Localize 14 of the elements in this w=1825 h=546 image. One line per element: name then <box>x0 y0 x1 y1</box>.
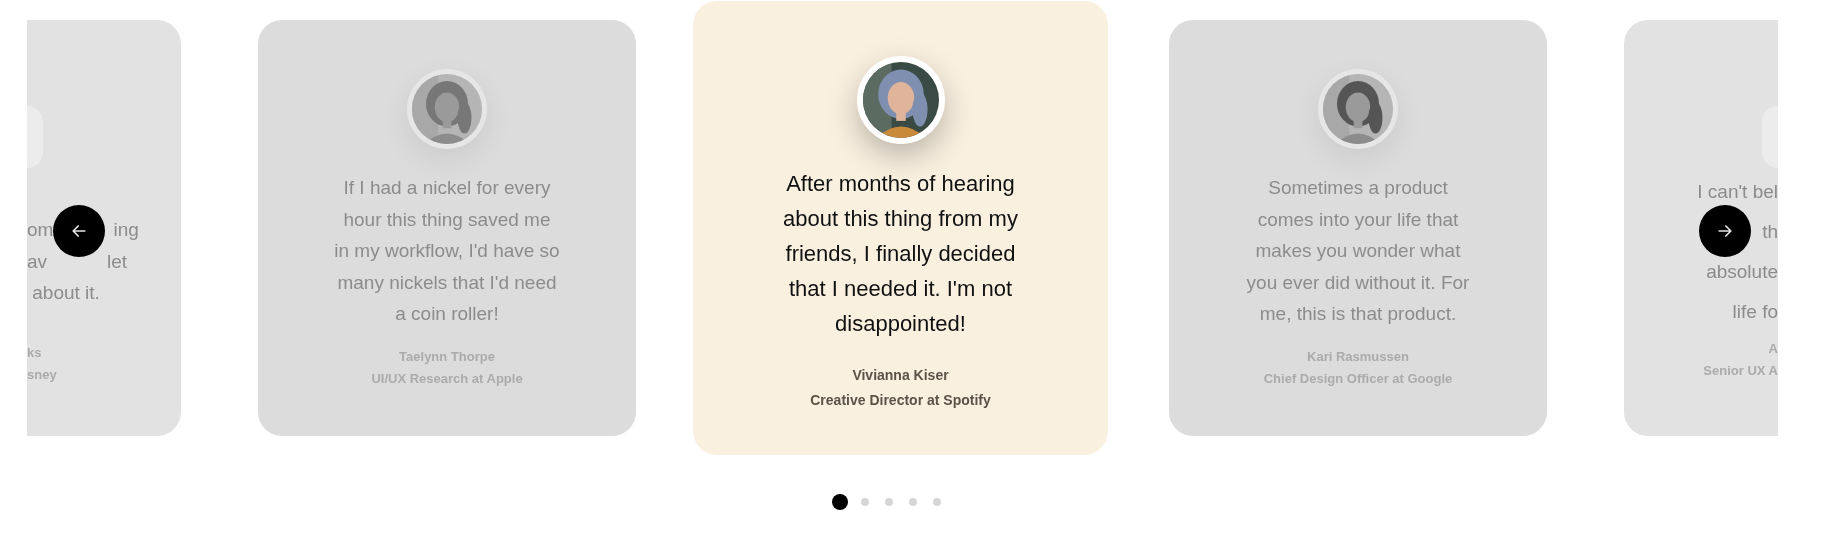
testimonial-quote: Sometimes a product comes into your life that makes you wonder what you ever did without it. For me, this is that product. <box>1246 176 1470 326</box>
testimonial-quote: After months of hearing about this thing from my friends, I finally decided that I needed it. I'm not disappointed! <box>783 170 1018 338</box>
quote-fragment: th <box>1762 220 1778 244</box>
quote-fragment: life fo <box>1732 300 1778 324</box>
quote-fragment: absolute <box>1706 260 1778 284</box>
author-name: Vivianna Kiser <box>852 366 949 385</box>
quote-fragment: ing <box>113 218 139 242</box>
quote-fragment: I can't bel <box>1697 180 1778 204</box>
quote-fragment: let <box>107 249 128 274</box>
quote-fragment: av <box>27 249 48 274</box>
quote-fragment: about it. <box>31 281 100 305</box>
quote-fragment: om <box>27 218 54 242</box>
author-role: Creative Director at Spotify <box>810 391 991 410</box>
testimonial-quote: If I had a nickel for every hour this thing saved me in my workflow, I'd have so many nickels that I'd need a coin roller! <box>334 176 560 326</box>
